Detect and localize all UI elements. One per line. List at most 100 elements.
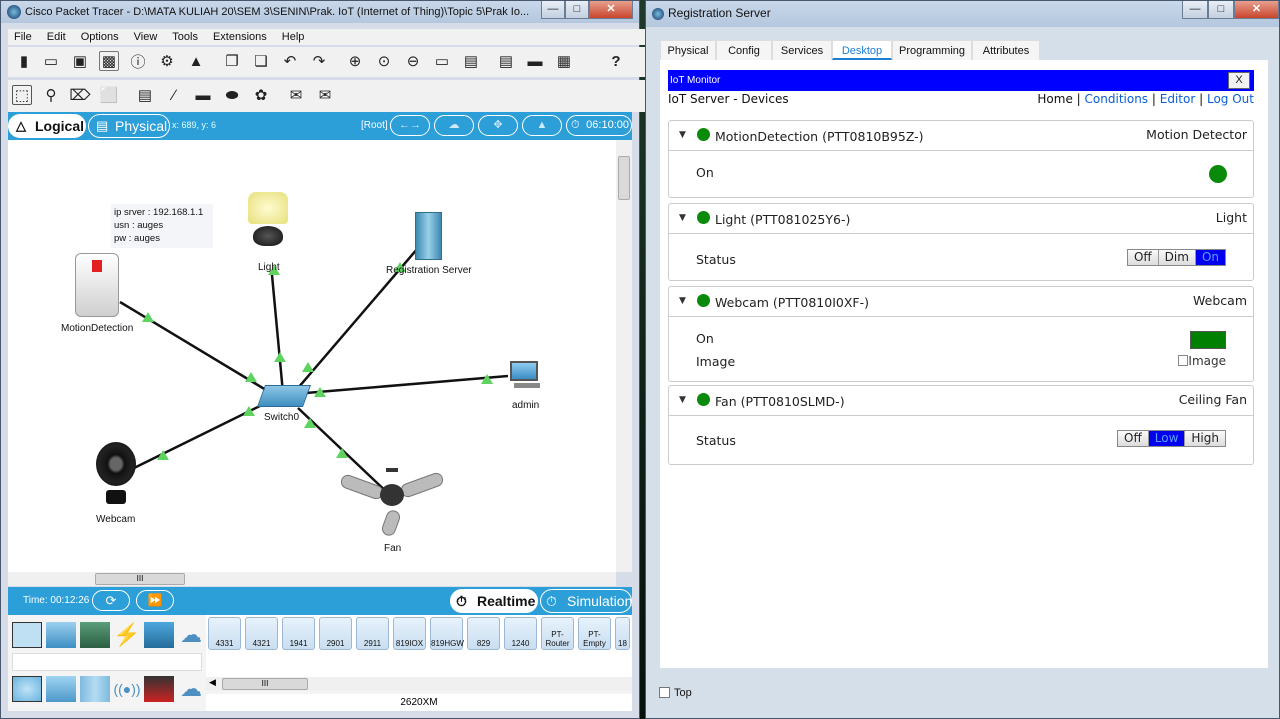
fan-high-button[interactable]: High [1185, 431, 1225, 446]
scroll-left-icon[interactable]: ◀ [209, 677, 216, 688]
tab-config[interactable]: Config [716, 40, 772, 60]
menu-tools[interactable]: Tools [172, 29, 198, 45]
minimize-button[interactable]: — [541, 1, 565, 19]
checkbox-box[interactable] [659, 687, 670, 698]
delete-icon[interactable]: ⌦ [69, 85, 90, 105]
fan-low-button[interactable]: Low [1148, 431, 1186, 446]
light-on-button[interactable]: On [1195, 250, 1225, 265]
menu-help[interactable]: Help [282, 29, 305, 45]
power-cycle-button[interactable]: ⟳ [92, 590, 130, 611]
device-card-header[interactable]: ▼ Light (PTT081025Y6-) Light [669, 204, 1253, 234]
device-card-header[interactable]: ▼ MotionDetection (PTT0810B95Z-) Motion … [669, 121, 1253, 151]
freeform-icon[interactable]: ✿ [251, 85, 271, 105]
pdu-list-icon[interactable]: ▬ [525, 51, 545, 71]
hubs-icon[interactable] [80, 676, 110, 702]
tab-physical[interactable]: Physical [660, 40, 716, 60]
model-scroll-thumb[interactable]: III [222, 678, 308, 690]
network-devices-icon[interactable] [12, 622, 42, 648]
switch-device-icon[interactable] [256, 385, 312, 407]
drawing-palette-icon[interactable]: ▭ [432, 51, 452, 71]
top-checkbox[interactable]: Top [659, 687, 692, 699]
print-icon[interactable]: ▩ [99, 51, 119, 71]
menu-view[interactable]: View [134, 29, 158, 45]
realtime-tab[interactable]: ⏱ Realtime [450, 589, 538, 613]
cluster-icon[interactable]: ☁ [434, 115, 474, 136]
model-4331[interactable]: 4331 [208, 617, 241, 650]
model-819iox[interactable]: 819IOX [393, 617, 426, 650]
back-icon[interactable]: ←→ [390, 115, 430, 136]
logical-workspace[interactable]: ip srver : 192.168.1.1 usn : auges pw : … [8, 140, 616, 572]
model-829[interactable]: 829 [467, 617, 500, 650]
note-icon[interactable]: ▤ [135, 85, 155, 105]
wan-emulation-icon[interactable]: ☁ [176, 676, 206, 702]
fan-off-button[interactable]: Off [1118, 431, 1149, 446]
ellipse-icon[interactable]: ⬬ [222, 85, 242, 105]
device-card-header[interactable]: ▼ Fan (PTT0810SLMD-) Ceiling Fan [669, 386, 1253, 416]
model-4321[interactable]: 4321 [245, 617, 278, 650]
server-device-icon[interactable] [415, 212, 442, 260]
model-pt-router[interactable]: PT-Router [541, 617, 574, 650]
expand-chevron-icon[interactable]: ▼ [679, 395, 686, 405]
nav-conditions[interactable]: Conditions [1085, 92, 1149, 106]
open-folder-icon[interactable]: ▭ [41, 51, 61, 71]
simple-pdu-icon[interactable]: ✉ [286, 85, 306, 105]
maximize-button[interactable]: □ [565, 1, 589, 19]
nav-logout[interactable]: Log Out [1207, 92, 1254, 106]
model-18xx[interactable]: 18 [615, 617, 630, 650]
notes-icon[interactable]: ▤ [496, 51, 516, 71]
save-icon[interactable]: ▣ [70, 51, 90, 71]
nav-editor[interactable]: Editor [1160, 92, 1196, 106]
undo-icon[interactable]: ↶ [280, 51, 300, 71]
switches-icon[interactable] [46, 676, 76, 702]
copy-icon[interactable]: ❐ [222, 51, 242, 71]
model-1240[interactable]: 1240 [504, 617, 537, 650]
menu-edit[interactable]: Edit [47, 29, 66, 45]
expand-chevron-icon[interactable]: ▼ [679, 296, 686, 306]
right-minimize-button[interactable]: — [1182, 1, 1208, 19]
light-off-button[interactable]: Off [1127, 250, 1159, 265]
info-icon[interactable]: ⓘ [128, 51, 148, 71]
right-maximize-button[interactable]: □ [1208, 1, 1234, 19]
physical-tab[interactable]: ▤ Physical [88, 114, 170, 138]
close-button[interactable]: ✕ [589, 1, 633, 19]
model-scrollbar[interactable]: ◀ III [206, 677, 632, 691]
menu-file[interactable]: File [14, 29, 32, 45]
tab-desktop[interactable]: Desktop [832, 40, 892, 60]
components-icon[interactable] [80, 622, 110, 648]
wan-cloud-icon[interactable]: ☁ [176, 622, 206, 648]
move-icon[interactable]: ✥ [478, 115, 518, 136]
logical-tab[interactable]: △ Logical [8, 114, 86, 138]
nav-home[interactable]: Home [1037, 92, 1072, 106]
menu-extensions[interactable]: Extensions [213, 29, 267, 45]
redo-icon[interactable]: ↷ [309, 51, 329, 71]
root-label[interactable]: [Root] [361, 120, 388, 131]
rectangle-icon[interactable]: ▬ [193, 85, 213, 105]
admin-pc-icon[interactable] [510, 361, 540, 389]
webcam-device-icon[interactable] [96, 442, 136, 508]
light-dim-button[interactable]: Dim [1158, 250, 1196, 265]
menu-options[interactable]: Options [81, 29, 119, 45]
horizontal-scrollbar[interactable]: III [8, 572, 616, 586]
background-icon[interactable]: ▲ [522, 115, 562, 136]
connections-icon[interactable]: ⚡ [112, 622, 142, 648]
custom-device-icon[interactable]: ▤ [461, 51, 481, 71]
security-icon[interactable] [144, 676, 174, 702]
fast-forward-button[interactable]: ⏩ [136, 590, 174, 611]
tab-attributes[interactable]: Attributes [972, 40, 1040, 60]
vertical-scrollbar[interactable] [616, 140, 632, 572]
iot-close-button[interactable]: X [1228, 72, 1250, 89]
clock-pill[interactable]: ⏱ 06:10:00 [566, 115, 632, 136]
wizard-icon[interactable]: ⚙ [157, 51, 177, 71]
light-device-icon[interactable] [243, 192, 293, 258]
expand-chevron-icon[interactable]: ▼ [679, 213, 686, 223]
select-icon[interactable]: ⬚ [12, 85, 32, 105]
tab-services[interactable]: Services [772, 40, 832, 60]
routers-icon[interactable] [12, 676, 42, 702]
right-close-button[interactable]: ✕ [1234, 1, 1279, 19]
activity-icon[interactable]: ▲ [186, 51, 206, 71]
image-icon[interactable]: ▦ [554, 51, 574, 71]
inspect-icon[interactable]: ⚲ [41, 85, 61, 105]
new-file-icon[interactable]: ▮ [14, 51, 34, 71]
tab-programming[interactable]: Programming [892, 40, 972, 60]
vertical-scroll-thumb[interactable] [618, 156, 630, 200]
